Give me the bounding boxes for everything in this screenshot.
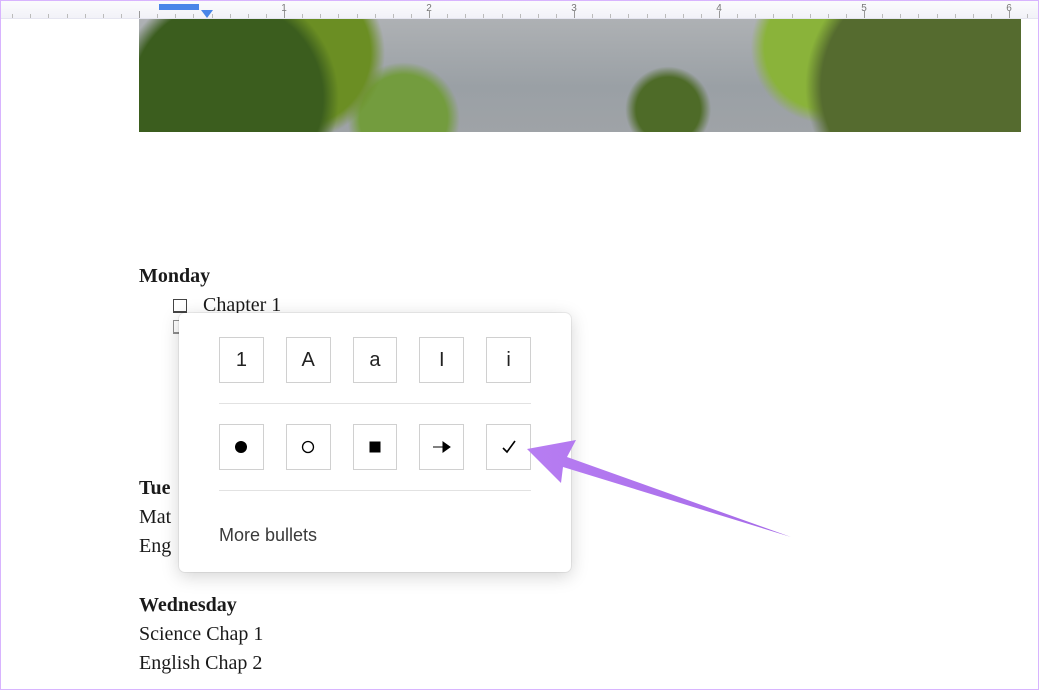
bullet-option-circle[interactable]: [286, 424, 331, 470]
ruler-number: 1: [281, 3, 287, 14]
list-option-upper-alpha[interactable]: A: [286, 337, 331, 383]
list-option-lower-roman[interactable]: i: [486, 337, 531, 383]
list-option-upper-roman[interactable]: I: [419, 337, 464, 383]
bullet-option-square[interactable]: [353, 424, 398, 470]
square-icon: [368, 440, 382, 454]
bullet-list-row: [219, 424, 531, 470]
day-heading-monday[interactable]: Monday: [139, 262, 1038, 291]
bullet-option-arrow[interactable]: [419, 424, 464, 470]
check-icon: [500, 438, 518, 456]
disc-icon: [234, 440, 248, 454]
more-bullets-button[interactable]: More bullets: [211, 511, 539, 560]
ruler-first-line-indent[interactable]: [201, 10, 213, 18]
popup-divider: [219, 490, 531, 491]
ruler-number: 6: [1006, 3, 1012, 14]
bullet-style-popup: 1 A a I i More bullets: [179, 313, 571, 572]
list-option-numeric[interactable]: 1: [219, 337, 264, 383]
ruler-number: 5: [861, 3, 867, 14]
numbered-list-row: 1 A a I i: [219, 337, 531, 383]
ruler-number: 2: [426, 3, 432, 14]
horizontal-ruler[interactable]: 1 2 3 4 5 6: [1, 1, 1038, 19]
body-line[interactable]: English Chap 2: [139, 649, 1038, 678]
circle-icon: [301, 440, 315, 454]
bullet-option-disc[interactable]: [219, 424, 264, 470]
list-option-lower-alpha[interactable]: a: [353, 337, 398, 383]
bullet-option-check[interactable]: [486, 424, 531, 470]
checkbox-icon[interactable]: [173, 299, 187, 313]
header-image[interactable]: [139, 19, 1021, 132]
day-heading-wednesday[interactable]: Wednesday: [139, 591, 1038, 620]
ruler-number: 3: [571, 3, 577, 14]
ruler-number: 4: [716, 3, 722, 14]
popup-divider: [219, 403, 531, 404]
ruler-indent-left[interactable]: [159, 4, 199, 10]
arrow-icon: [432, 440, 452, 454]
body-line[interactable]: Science Chap 1: [139, 620, 1038, 649]
